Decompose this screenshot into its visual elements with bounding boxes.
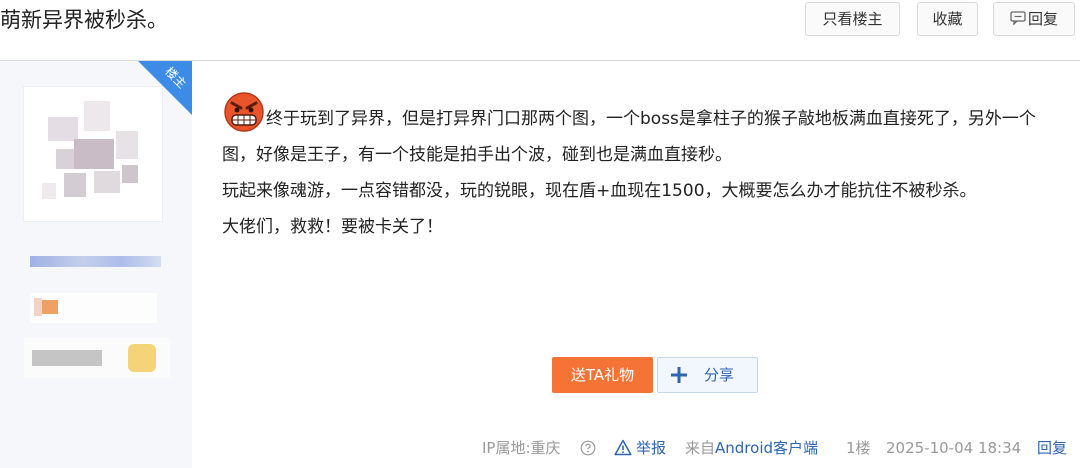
comment-icon: [1010, 4, 1026, 36]
from-prefix: 来自: [685, 439, 716, 457]
member-badge: [24, 338, 170, 378]
avatar[interactable]: [24, 87, 162, 221]
report-link[interactable]: 举报: [614, 437, 666, 459]
only-op-button[interactable]: 只看楼主: [805, 2, 900, 36]
thread-title: 萌新异界被秒杀。: [0, 8, 168, 32]
post-paragraph: 终于玩到了异界，但是打异界门口那两个图，一个boss是拿柱子的猴子敲地板满血直接…: [222, 109, 1036, 165]
reply-button[interactable]: 回复: [993, 2, 1075, 36]
share-button[interactable]: 分享: [657, 357, 758, 393]
floor-number: 1楼: [846, 439, 871, 457]
question-circle-icon[interactable]: [580, 440, 596, 456]
client-link[interactable]: Android客户端: [715, 439, 818, 457]
report-label: 举报: [636, 439, 667, 457]
send-gift-button[interactable]: 送TA礼物: [552, 357, 653, 393]
post-source: 来自Android客户端: [685, 437, 818, 459]
post-timestamp: 2025-10-04 18:34: [886, 439, 1022, 457]
ip-location: IP属地:重庆: [482, 439, 561, 457]
post-content: 终于玩到了异界，但是打异界门口那两个图，一个boss是拿柱子的猴子敲地板满血直接…: [222, 101, 1062, 245]
plus-icon: [671, 367, 687, 383]
reply-button-label: 回复: [1027, 10, 1058, 28]
favorite-button[interactable]: 收藏: [917, 2, 978, 36]
share-button-label: 分享: [704, 366, 735, 384]
floor-reply-link[interactable]: 回复: [1037, 437, 1067, 459]
level-badge: [30, 293, 157, 323]
post-paragraph: 大佬们，救救！要被卡关了！: [222, 217, 443, 237]
post-paragraph: 玩起来像魂游，一点容错都没，玩的锐眼，现在盾+血现在1500，大概要怎么办才能抗…: [222, 181, 977, 201]
author-name[interactable]: [30, 256, 161, 267]
